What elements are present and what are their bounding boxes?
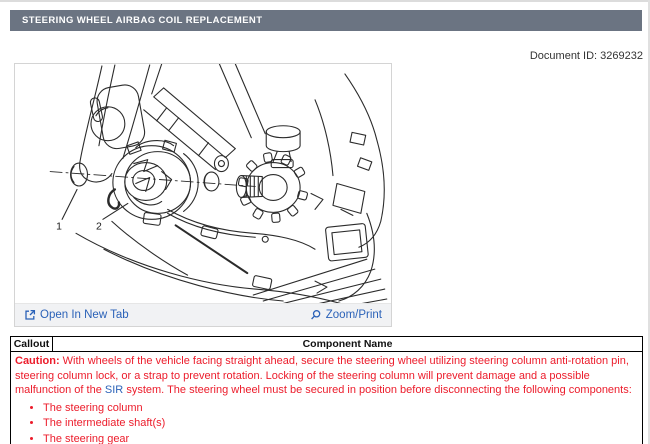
caution-cell: Caution: With wheels of the vehicle faci… (10, 351, 643, 444)
callout-2-leader (102, 202, 129, 220)
bracket-detail (310, 192, 354, 216)
bracket-plate (332, 182, 366, 214)
open-in-new-tab-link[interactable]: Open In New Tab (24, 309, 129, 321)
floor-lines (252, 258, 388, 303)
document-id: Document ID: 3269232 (529, 50, 643, 62)
column-tube-line (234, 64, 266, 135)
module-box-inner (331, 229, 363, 256)
magnifier-icon (310, 310, 321, 320)
callout-1-label: 1 (56, 221, 62, 232)
caution-text-after: system. The steering wheel must be secur… (126, 384, 632, 396)
shaft-collars (156, 107, 210, 157)
open-in-new-tab-icon (25, 309, 36, 320)
module-box (325, 223, 369, 262)
housing-line (98, 64, 116, 147)
bullet-steering-column: The steering column (43, 401, 638, 417)
tilt-knob (265, 125, 301, 169)
seal-part (70, 162, 89, 187)
open-in-new-tab-label: Open In New Tab (40, 309, 129, 321)
bullet-intermediate-shaft: The intermediate shaft(s) (43, 416, 638, 432)
assembly-centerline (49, 171, 256, 187)
right-hull (344, 73, 385, 248)
bracket-block (356, 157, 373, 171)
wire-harness-line (167, 212, 256, 238)
component-name-column-header: Component Name (52, 336, 643, 352)
panel-edge-bold (174, 224, 249, 275)
coil-ear (162, 139, 177, 153)
top-divider (0, 0, 650, 2)
bullet-steering-gear: The steering gear (43, 432, 638, 444)
sir-system-link[interactable]: SIR (105, 384, 123, 396)
column-hub (237, 152, 309, 223)
housing-outline (79, 65, 113, 183)
caution-bullet-list: The steering column The intermediate sha… (15, 401, 638, 444)
coil-inner-ring (124, 162, 168, 201)
wire-clip-loop (261, 235, 269, 243)
steering-column-diagram: 1 2 (15, 64, 391, 303)
callout-1-leader (61, 188, 78, 220)
service-document-page: STEERING WHEEL AIRBAG COIL REPLACEMENT D… (0, 0, 650, 444)
wire-harness (167, 208, 316, 250)
bracket-block (349, 131, 367, 146)
right-inner-line (314, 99, 334, 177)
callout-table-header-row: Callout Component Name (10, 336, 643, 352)
shaft-joint-center (217, 160, 225, 168)
callout-column-header: Callout (10, 336, 53, 352)
caution-label: Caution: (15, 355, 60, 367)
column-tube-line (151, 64, 163, 95)
caution-row: Caution: With wheels of the vehicle faci… (10, 351, 643, 444)
callout-table: Callout Component Name Caution: With whe… (10, 336, 643, 444)
caution-paragraph: Caution: With wheels of the vehicle faci… (15, 354, 638, 398)
shaft-joint (213, 155, 229, 173)
column-tube-line (218, 64, 252, 139)
figure-card: 1 2 Open In New Tab Zoom/Print (14, 63, 392, 327)
zoom-print-label: Zoom/Print (325, 309, 382, 321)
figure-footer: Open In New Tab Zoom/Print (15, 303, 391, 326)
lower-sweep-2 (103, 248, 284, 302)
zoom-print-link[interactable]: Zoom/Print (310, 309, 382, 321)
intermediate-shaft (143, 87, 236, 171)
column-cylinder (90, 106, 126, 142)
page-title: STEERING WHEEL AIRBAG COIL REPLACEMENT (10, 10, 642, 31)
callout-2-label: 2 (96, 221, 102, 232)
clip (252, 275, 273, 290)
